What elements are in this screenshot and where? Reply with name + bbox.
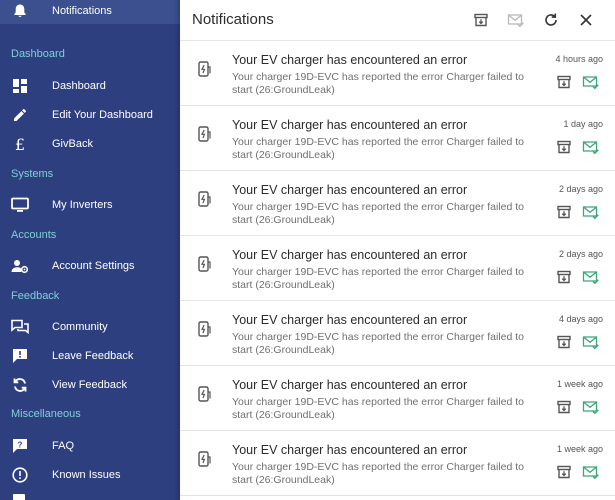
- user-settings-icon: [11, 257, 29, 275]
- sidebar-item-community[interactable]: Community: [0, 314, 180, 340]
- notification-item[interactable]: Your EV charger has encountered an error…: [180, 41, 615, 106]
- archive-icon[interactable]: [556, 74, 572, 90]
- sidebar-item-givback[interactable]: £ GivBack: [0, 131, 180, 157]
- ev-charger-icon: [197, 450, 213, 468]
- sidebar-item-label: View Feedback: [52, 379, 128, 391]
- svg-text:?: ?: [18, 441, 23, 450]
- sidebar-item-label: Known Issues: [52, 469, 121, 481]
- notification-time: 1 day ago: [563, 119, 603, 129]
- sidebar-item-account-settings[interactable]: Account Settings: [0, 253, 180, 279]
- refresh-icon[interactable]: [542, 11, 560, 29]
- sidebar-item-label: Account Settings: [52, 260, 135, 272]
- notification-item[interactable]: Your EV charger has encountered an error…: [180, 106, 615, 171]
- notification-title: Your EV charger has encountered an error: [232, 378, 468, 392]
- sidebar-item-label: FAQ: [52, 440, 75, 452]
- pencil-icon: [11, 106, 29, 124]
- sidebar-item-label: Notifications: [52, 5, 112, 17]
- notification-body: Your charger 19D-EVC has reported the er…: [232, 461, 525, 486]
- sidebar-item-leave-feedback[interactable]: Leave Feedback: [0, 343, 180, 369]
- notification-time: 4 days ago: [558, 314, 603, 324]
- mark-read-icon[interactable]: [582, 139, 600, 155]
- sidebar-item-label: Edit Your Dashboard: [52, 109, 153, 121]
- notification-title: Your EV charger has encountered an error: [232, 443, 468, 457]
- ev-charger-icon: [197, 320, 213, 338]
- archive-icon[interactable]: [556, 204, 572, 220]
- partial-icon: [13, 494, 25, 500]
- sidebar-item-edit-dashboard[interactable]: Edit Your Dashboard: [0, 102, 180, 128]
- ev-charger-icon: [197, 60, 213, 78]
- ev-charger-icon: [197, 125, 213, 143]
- notification-body: Your charger 19D-EVC has reported the er…: [232, 136, 525, 161]
- notification-time: 4 hours ago: [555, 54, 603, 64]
- mark-read-icon[interactable]: [582, 464, 600, 480]
- notification-title: Your EV charger has encountered an error: [232, 248, 468, 262]
- section-feedback: Feedback: [11, 290, 60, 302]
- archive-icon[interactable]: [556, 399, 572, 415]
- notification-title: Your EV charger has encountered an error: [232, 118, 468, 132]
- bell-icon: [12, 3, 28, 19]
- mark-all-read-icon[interactable]: [507, 11, 525, 29]
- notifications-panel: Notifications Your EV charger has encoun…: [180, 0, 615, 500]
- mark-read-icon[interactable]: [582, 74, 600, 90]
- notification-title: Your EV charger has encountered an error: [232, 183, 468, 197]
- sidebar-item-known-issues[interactable]: Known Issues: [0, 462, 180, 488]
- sidebar-item-inverters[interactable]: My Inverters: [0, 192, 180, 218]
- section-dashboard: Dashboard: [11, 48, 65, 60]
- archive-all-icon[interactable]: [472, 11, 490, 29]
- notification-title: Your EV charger has encountered an error: [232, 53, 468, 67]
- notification-time: 1 week ago: [556, 379, 603, 389]
- pound-icon: £: [14, 134, 26, 154]
- notification-item[interactable]: Your EV charger has encountered an error…: [180, 301, 615, 366]
- monitor-icon: [11, 196, 29, 214]
- notification-time: 1 week ago: [556, 444, 603, 454]
- alert-icon: [11, 466, 29, 484]
- sidebar-item-dashboard[interactable]: Dashboard: [0, 73, 180, 99]
- section-accounts: Accounts: [11, 229, 57, 241]
- archive-icon[interactable]: [556, 334, 572, 350]
- ev-charger-icon: [197, 190, 213, 208]
- dashboard-icon: [11, 77, 29, 95]
- notification-body: Your charger 19D-EVC has reported the er…: [232, 331, 525, 356]
- notification-item[interactable]: Your EV charger has encountered an error…: [180, 431, 615, 496]
- ev-charger-icon: [197, 385, 213, 403]
- sidebar-item-label: My Inverters: [52, 199, 113, 211]
- sidebar-item-label: Dashboard: [52, 80, 106, 92]
- chat-icon: [11, 318, 29, 336]
- notification-time: 2 days ago: [558, 249, 603, 259]
- archive-icon[interactable]: [556, 139, 572, 155]
- sidebar-item-view-feedback[interactable]: View Feedback: [0, 372, 180, 398]
- feedback-icon: [11, 347, 29, 365]
- sidebar-item-label: Community: [52, 321, 108, 333]
- panel-title: Notifications: [192, 11, 274, 28]
- sync-icon: [11, 376, 29, 394]
- notification-body: Your charger 19D-EVC has reported the er…: [232, 396, 525, 421]
- close-icon[interactable]: [577, 11, 595, 29]
- notification-item[interactable]: Your EV charger has encountered an error…: [180, 366, 615, 431]
- notification-body: Your charger 19D-EVC has reported the er…: [232, 266, 525, 291]
- mark-read-icon[interactable]: [582, 334, 600, 350]
- sidebar: Notifications Dashboard Dashboard Edit Y…: [0, 0, 180, 500]
- notification-item[interactable]: Your EV charger has encountered an error…: [180, 236, 615, 301]
- sidebar-item-label: Leave Feedback: [52, 350, 134, 362]
- archive-icon[interactable]: [556, 269, 572, 285]
- notification-time: 2 days ago: [558, 184, 603, 194]
- mark-read-icon[interactable]: [582, 204, 600, 220]
- faq-icon: ?: [11, 437, 29, 455]
- ev-charger-icon: [197, 255, 213, 273]
- mark-read-icon[interactable]: [582, 269, 600, 285]
- notification-body: Your charger 19D-EVC has reported the er…: [232, 201, 525, 226]
- notification-item[interactable]: Your EV charger has encountered an error…: [180, 171, 615, 236]
- sidebar-item-label: GivBack: [52, 138, 93, 150]
- sidebar-item-faq[interactable]: ? FAQ: [0, 433, 180, 459]
- sidebar-item-notifications[interactable]: Notifications: [0, 0, 180, 24]
- notification-body: Your charger 19D-EVC has reported the er…: [232, 71, 525, 96]
- notification-title: Your EV charger has encountered an error: [232, 313, 468, 327]
- section-misc: Miscellaneous: [11, 408, 81, 420]
- section-systems: Systems: [11, 168, 54, 180]
- mark-read-icon[interactable]: [582, 399, 600, 415]
- archive-icon[interactable]: [556, 464, 572, 480]
